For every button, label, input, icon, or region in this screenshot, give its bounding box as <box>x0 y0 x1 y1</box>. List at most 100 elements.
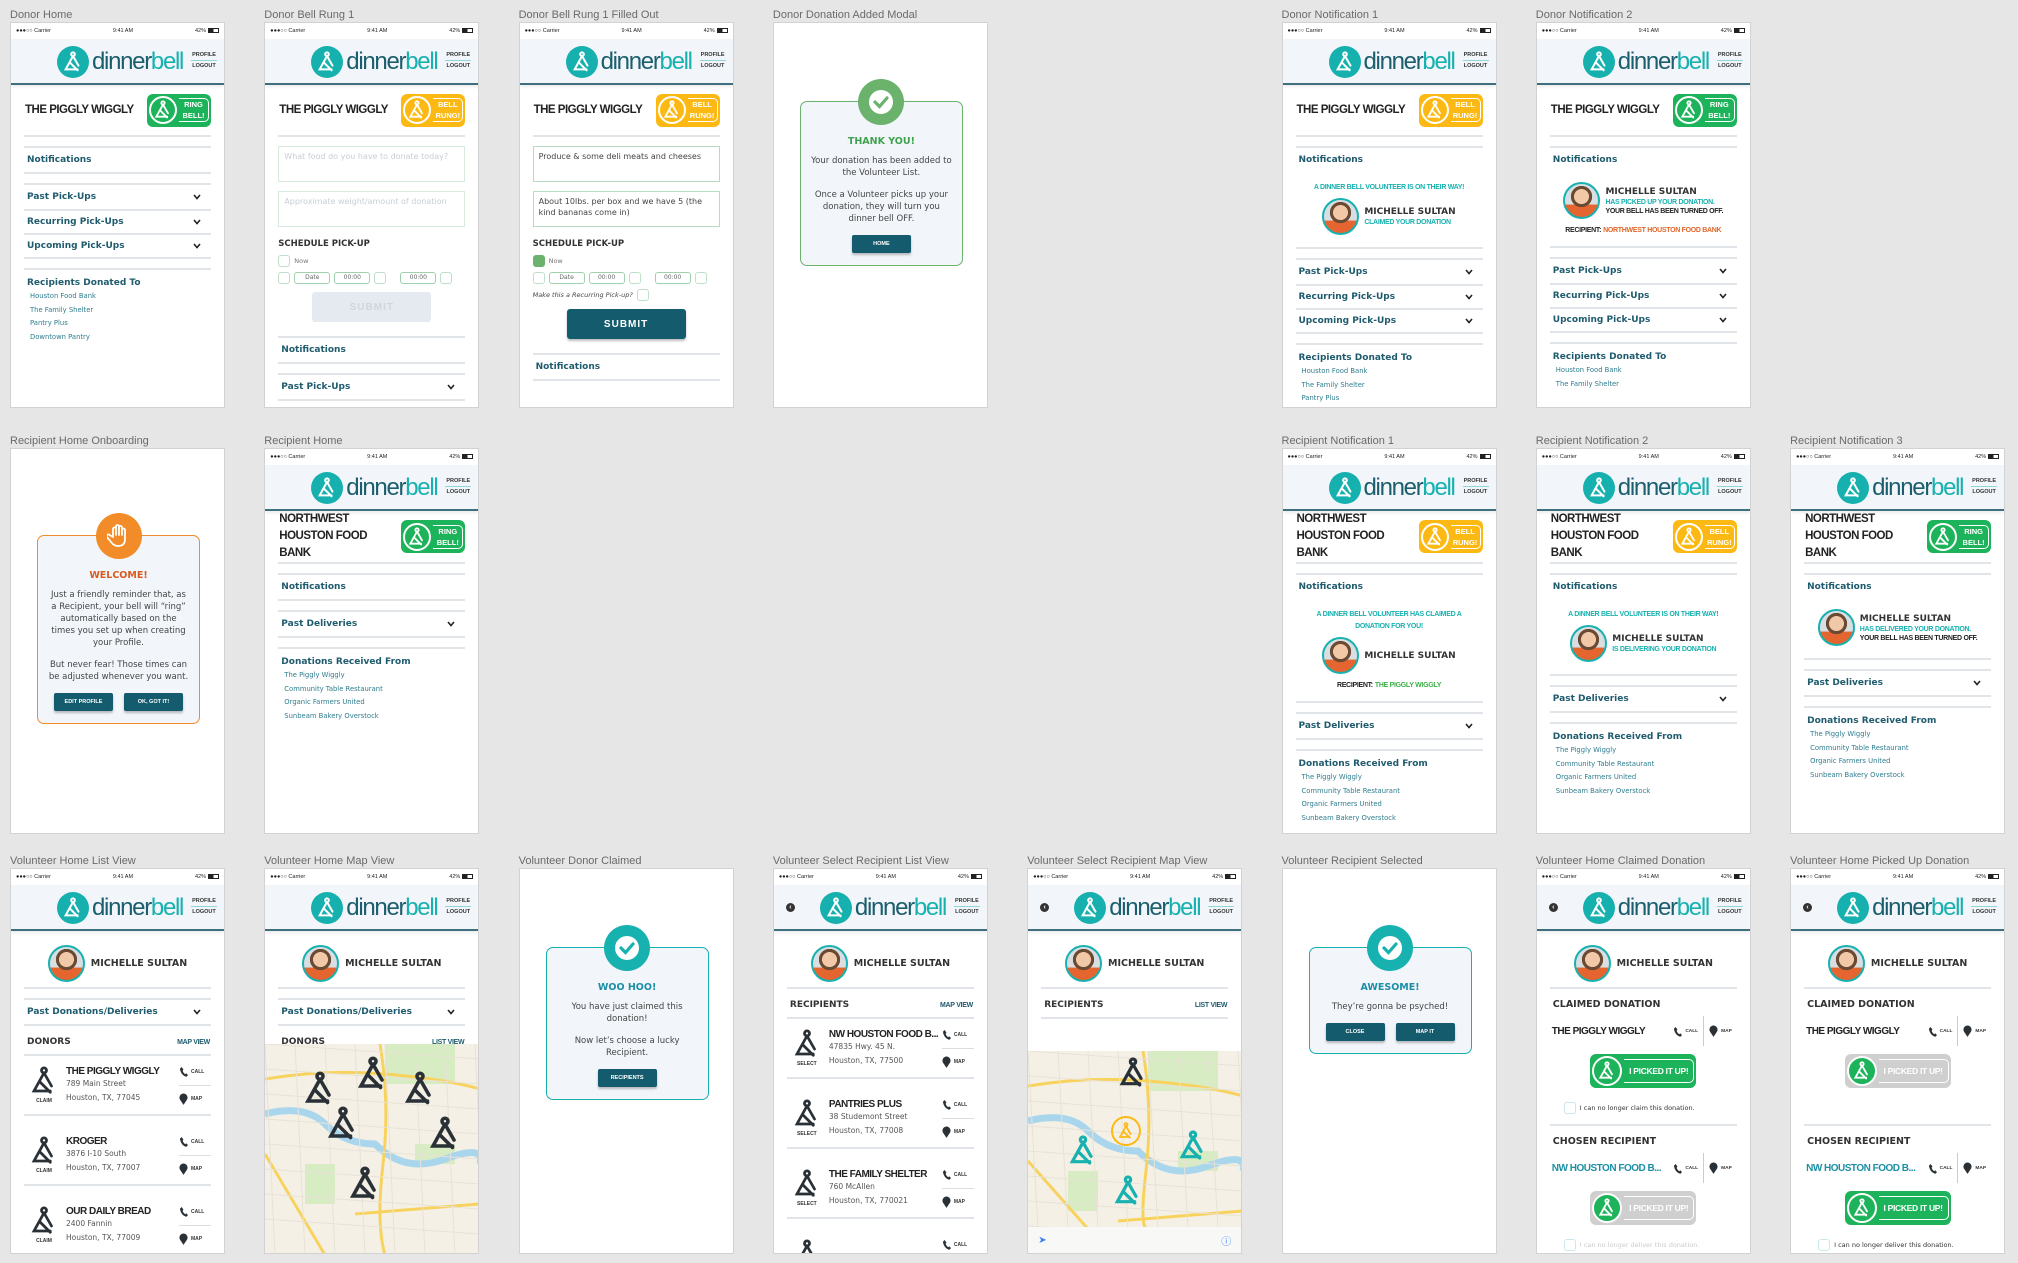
close-button[interactable]: CLOSE <box>1325 1023 1385 1041</box>
call-button[interactable]: CALL <box>179 1058 211 1085</box>
map-button[interactable]: MAP <box>179 1155 211 1182</box>
profile-link[interactable]: PROFILE <box>191 896 217 907</box>
list-item[interactable]: Community Table Restaurant <box>1807 742 1988 756</box>
chevron-down-icon[interactable] <box>193 243 201 249</box>
dinnerbell-logo[interactable]: dinnerbell <box>565 46 693 78</box>
section-past-deliveries[interactable]: Past Deliveries <box>278 612 465 636</box>
ok-got-it-button[interactable]: OK, GOT IT! <box>124 693 183 711</box>
location-arrow-icon[interactable]: ➤ <box>1038 1235 1046 1246</box>
list-item[interactable]: Community Table Restaurant <box>281 683 462 697</box>
map-button[interactable]: MAP <box>1703 1016 1737 1046</box>
back-button[interactable]: ‹ <box>1548 903 1558 912</box>
bell-button[interactable]: BELL RUNG! <box>1672 520 1737 553</box>
submit-button[interactable]: SUBMIT <box>566 309 686 339</box>
logout-link[interactable]: LOGOUT <box>1463 487 1489 497</box>
call-button[interactable]: CALL <box>942 1161 974 1188</box>
section-past-donations-deliveries[interactable]: Past Donations/Deliveries <box>24 1000 211 1024</box>
section-recurring-pick-ups[interactable]: Recurring Pick-Ups <box>1295 284 1483 308</box>
list-item[interactable]: Sunbeam Bakery Overstock <box>1553 785 1734 799</box>
profile-link[interactable]: PROFILE <box>1716 896 1743 907</box>
chevron-down-icon[interactable] <box>193 1009 201 1015</box>
date-field[interactable]: Date <box>548 272 585 284</box>
profile-link[interactable]: PROFILE <box>1208 896 1235 907</box>
list-item[interactable]: Sunbeam Bakery Overstock <box>1299 812 1480 826</box>
time-to-checkbox[interactable] <box>440 272 453 284</box>
profile-link[interactable]: PROFILE <box>1971 476 1998 487</box>
map-button[interactable]: MAP <box>1957 1016 1991 1046</box>
dinnerbell-logo[interactable]: dinnerbell <box>311 472 439 504</box>
bell-button[interactable]: RING BELL! <box>1927 520 1992 553</box>
profile-link[interactable]: PROFILE <box>953 896 980 907</box>
section-past-pick-ups[interactable]: Past Pick-Ups <box>24 185 211 209</box>
dinnerbell-logo[interactable]: dinnerbell <box>1837 892 1964 924</box>
list-item[interactable]: Pantry Plus <box>27 317 208 331</box>
list-item[interactable]: The Family Shelter <box>27 304 208 318</box>
section-past-pick-ups[interactable]: Past Pick-Ups <box>1296 260 1483 284</box>
list-item[interactable]: Organic Farmers United <box>1807 755 1988 769</box>
logout-link[interactable]: LOGOUT <box>1717 487 1743 497</box>
map-button[interactable]: MAP <box>179 1085 211 1112</box>
logout-link[interactable]: LOGOUT <box>1717 907 1743 917</box>
chevron-down-icon[interactable] <box>1464 723 1473 729</box>
chevron-down-icon[interactable] <box>1464 318 1473 324</box>
bell-button[interactable]: BELL RUNG! <box>655 93 720 127</box>
date-field[interactable]: Date <box>294 272 331 284</box>
dinnerbell-logo[interactable]: dinnerbell <box>311 46 439 78</box>
chevron-down-icon[interactable] <box>1464 269 1473 275</box>
back-button[interactable]: ‹ <box>785 903 795 912</box>
logout-link[interactable]: LOGOUT <box>954 907 980 917</box>
chevron-down-icon[interactable] <box>1719 317 1727 323</box>
view-toggle-link[interactable]: MAP VIEW <box>940 1002 973 1009</box>
view-toggle-link[interactable]: LIST VIEW <box>1195 1002 1228 1009</box>
profile-link[interactable]: PROFILE <box>1716 476 1743 487</box>
cancel-checkbox[interactable] <box>1563 1239 1576 1251</box>
section-upcoming-pick-ups[interactable]: Upcoming Pick-Ups <box>1549 307 1737 331</box>
now-checkbox[interactable] <box>278 255 291 267</box>
logout-link[interactable]: LOGOUT <box>1971 487 1997 497</box>
list-item[interactable]: The Piggly Wiggly <box>1807 728 1988 742</box>
bell-button[interactable]: RING BELL! <box>147 93 211 127</box>
donation-text-field[interactable]: What food do you have to donate today? <box>278 146 466 182</box>
map-view[interactable] <box>265 1043 479 1254</box>
time-from-field[interactable]: 00:00 <box>334 272 371 284</box>
dinnerbell-logo[interactable]: dinnerbell <box>1582 46 1710 78</box>
dinnerbell-logo[interactable]: dinnerbell <box>311 892 439 924</box>
list-item[interactable]: The Piggly Wiggly <box>1553 744 1734 758</box>
list-item[interactable]: Sunbeam Bakery Overstock <box>1807 769 1988 783</box>
list-item[interactable]: Organic Farmers United <box>281 696 462 710</box>
logout-link[interactable]: LOGOUT <box>191 907 217 917</box>
section-notifications[interactable]: Notifications <box>1296 575 1483 599</box>
time-to-checkbox[interactable] <box>694 272 707 284</box>
section-recurring-pick-ups[interactable]: Recurring Pick-Ups <box>1549 283 1737 307</box>
back-button[interactable]: ‹ <box>1040 903 1050 912</box>
section-notifications[interactable]: Notifications <box>278 575 465 599</box>
profile-link[interactable]: PROFILE <box>445 50 472 61</box>
section-past-deliveries[interactable]: Past Deliveries <box>1296 714 1483 738</box>
claim-button[interactable]: CLAIM <box>24 1136 64 1174</box>
view-toggle-link[interactable]: MAP VIEW <box>177 1039 210 1046</box>
list-item[interactable]: The Family Shelter <box>1299 379 1480 393</box>
map-button[interactable]: MAP <box>941 1048 974 1075</box>
list-item[interactable]: Houston Food Bank <box>27 290 208 304</box>
section-past-donations-deliveries[interactable]: Past Donations/Deliveries <box>278 1000 465 1024</box>
dinnerbell-logo[interactable]: dinnerbell <box>57 892 184 924</box>
map-canvas[interactable] <box>265 1043 479 1254</box>
edit-profile-button[interactable]: EDIT PROFILE <box>54 693 113 711</box>
bell-button[interactable]: BELL RUNG! <box>401 93 466 127</box>
dinnerbell-logo[interactable]: dinnerbell <box>1582 892 1710 924</box>
picked-up-button[interactable]: I PICKED IT UP! <box>1590 1054 1697 1088</box>
bell-button[interactable]: BELL RUNG! <box>1418 520 1483 553</box>
chevron-down-icon[interactable] <box>447 621 455 627</box>
list-item[interactable]: Community Table Restaurant <box>1553 758 1734 772</box>
list-item[interactable]: Organic Farmers United <box>1553 771 1734 785</box>
section-upcoming-pick-ups[interactable]: Upcoming Pick-Ups <box>24 233 211 257</box>
map-button[interactable]: MAP <box>941 1188 974 1215</box>
back-button[interactable]: ‹ <box>1803 903 1813 912</box>
bell-button[interactable]: RING BELL! <box>1672 93 1737 127</box>
call-button[interactable]: CALL <box>1668 1016 1703 1046</box>
select-button[interactable]: SELECT <box>787 1239 827 1253</box>
list-item[interactable]: The Piggly Wiggly <box>281 669 462 683</box>
profile-link[interactable]: PROFILE <box>445 476 472 487</box>
profile-link[interactable]: PROFILE <box>1462 476 1489 487</box>
call-button[interactable]: CALL <box>1668 1153 1703 1183</box>
